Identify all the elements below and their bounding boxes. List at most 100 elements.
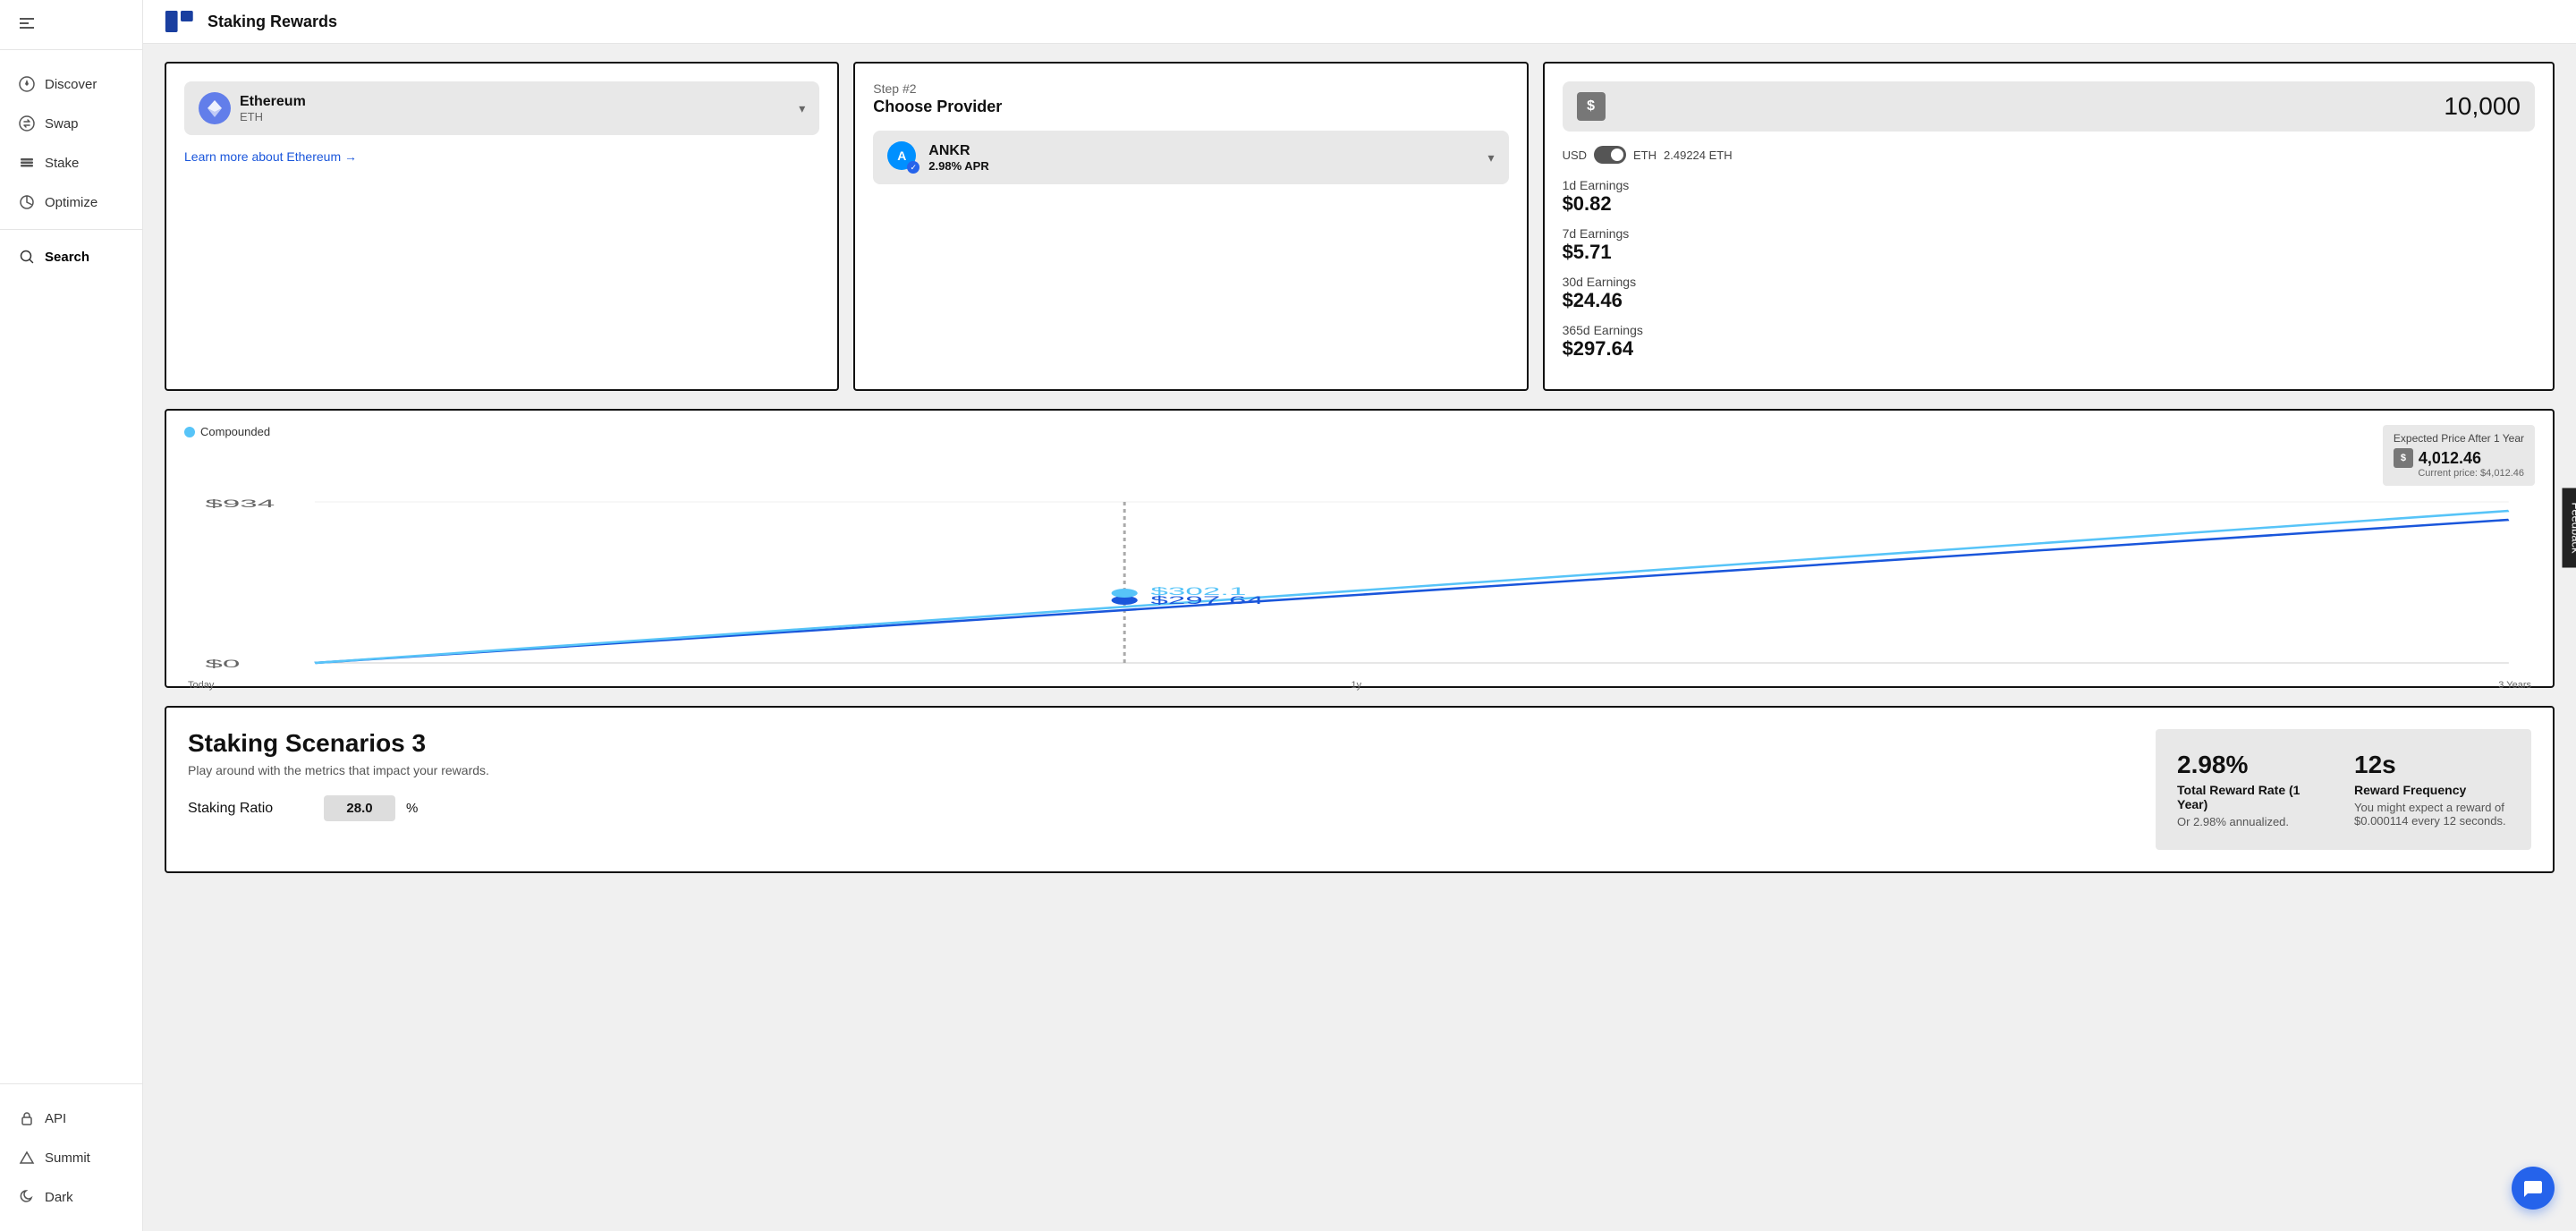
sidebar-bottom: API Summit Dark bbox=[0, 1083, 142, 1231]
expected-price-row: $ 4,012.46 bbox=[2394, 448, 2524, 468]
provider-logo: A ✓ bbox=[887, 141, 919, 174]
earnings-30d-value: $24.46 bbox=[1563, 289, 2535, 312]
earnings-7d-value: $5.71 bbox=[1563, 241, 2535, 264]
reward-freq-stat: 12s Reward Frequency You might expect a … bbox=[2354, 751, 2510, 828]
sidebar-item-summit[interactable]: Summit bbox=[0, 1138, 142, 1177]
current-price-text: Current price: $4,012.46 bbox=[2394, 468, 2524, 479]
earnings-30d-row: 30d Earnings $24.46 bbox=[1563, 275, 2535, 312]
staking-ratio-input[interactable] bbox=[324, 795, 395, 821]
sidebar-item-swap[interactable]: Swap bbox=[0, 104, 142, 143]
provider-chevron-icon: ▾ bbox=[1488, 150, 1495, 166]
asset-name: Ethereum bbox=[240, 94, 306, 110]
sidebar-toggle-button[interactable] bbox=[14, 11, 39, 38]
pie-chart-icon bbox=[18, 193, 36, 211]
sidebar-item-stake[interactable]: Stake bbox=[0, 143, 142, 183]
provider-apr: 2.98% APR bbox=[928, 159, 988, 173]
usd-label: USD bbox=[1563, 149, 1587, 162]
amount-input-row: $ 10,000 bbox=[1563, 81, 2535, 132]
earnings-365d-label: 365d Earnings bbox=[1563, 323, 2535, 337]
asset-ticker: ETH bbox=[240, 110, 306, 123]
sidebar-item-api[interactable]: API bbox=[0, 1099, 142, 1138]
reward-rate-value: 2.98% bbox=[2177, 751, 2333, 779]
eth-logo bbox=[199, 92, 231, 124]
feedback-button[interactable]: Feedback bbox=[2563, 488, 2576, 568]
earnings-30d-label: 30d Earnings bbox=[1563, 275, 2535, 289]
staking-ratio-label: Staking Ratio bbox=[188, 801, 313, 817]
staking-ratio-row: Staking Ratio % bbox=[188, 795, 2134, 821]
page-content: Ethereum ETH ▾ Learn more about Ethereum… bbox=[143, 44, 2576, 891]
asset-selector[interactable]: Ethereum ETH ▾ bbox=[184, 81, 819, 135]
amount-value: 10,000 bbox=[1616, 92, 2521, 121]
compass-icon bbox=[18, 75, 36, 93]
sidebar-item-optimize[interactable]: Optimize bbox=[0, 183, 142, 222]
price-dollar-icon: $ bbox=[2394, 448, 2413, 468]
reward-rate-sub: Or 2.98% annualized. bbox=[2177, 815, 2333, 828]
app-header: Staking Rewards bbox=[143, 0, 2576, 44]
layers-icon bbox=[18, 154, 36, 172]
app-logo bbox=[165, 11, 197, 32]
x-label-today: Today bbox=[188, 680, 214, 691]
scenarios-title: Staking Scenarios 3 bbox=[188, 729, 2134, 758]
lock-icon bbox=[18, 1109, 36, 1127]
feedback-wrapper: Feedback bbox=[2563, 488, 2576, 568]
svg-text:$934: $934 bbox=[205, 497, 275, 510]
step2-card: Step #2 Choose Provider A ✓ ANKR 2.98% A… bbox=[853, 62, 1528, 391]
learn-more-link[interactable]: Learn more about Ethereum → bbox=[184, 149, 819, 164]
logo-svg bbox=[165, 11, 197, 32]
step2-label: Step #2 bbox=[873, 81, 1508, 96]
chart-header: Compounded Expected Price After 1 Year $… bbox=[184, 425, 2535, 486]
main-content: Staking Rewards Ethereum bbox=[143, 0, 2576, 1231]
sidebar-item-dark[interactable]: Dark bbox=[0, 1177, 142, 1217]
scenarios-desc: Play around with the metrics that impact… bbox=[188, 763, 2134, 777]
mountain-icon bbox=[18, 1149, 36, 1167]
chat-icon bbox=[2522, 1177, 2544, 1199]
expected-price-value: 4,012.46 bbox=[2419, 449, 2481, 468]
sidebar-item-search[interactable]: Search bbox=[0, 237, 142, 276]
scenarios-left: Staking Scenarios 3 Play around with the… bbox=[188, 729, 2134, 850]
asset-info: Ethereum ETH bbox=[240, 94, 306, 123]
sidebar-item-optimize-label: Optimize bbox=[45, 195, 97, 210]
sidebar-item-stake-label: Stake bbox=[45, 156, 79, 171]
search-icon bbox=[18, 248, 36, 266]
reward-freq-value: 12s bbox=[2354, 751, 2510, 779]
sidebar-nav: Discover Swap Stake bbox=[0, 50, 142, 1083]
reward-freq-sub: You might expect a reward of $0.000114 e… bbox=[2354, 801, 2510, 828]
staking-scenarios-card: Staking Scenarios 3 Play around with the… bbox=[165, 706, 2555, 873]
currency-toggle[interactable] bbox=[1594, 146, 1626, 164]
provider-left: A ✓ ANKR 2.98% APR bbox=[887, 141, 988, 174]
swap-icon bbox=[18, 115, 36, 132]
eth-amount: 2.49224 ETH bbox=[1664, 149, 1733, 162]
dollar-icon: $ bbox=[1577, 92, 1606, 121]
chart-x-labels: Today 1y 3 Years bbox=[184, 680, 2535, 691]
provider-info: ANKR 2.98% APR bbox=[928, 143, 988, 173]
sidebar-item-discover[interactable]: Discover bbox=[0, 64, 142, 104]
earnings-365d-value: $297.64 bbox=[1563, 337, 2535, 361]
sidebar-item-api-label: API bbox=[45, 1111, 66, 1126]
earnings-7d-label: 7d Earnings bbox=[1563, 226, 2535, 241]
provider-selector[interactable]: A ✓ ANKR 2.98% APR ▾ bbox=[873, 131, 1508, 184]
provider-verified-badge: ✓ bbox=[907, 161, 919, 174]
x-label-1y: 1y bbox=[1352, 680, 1362, 691]
reward-freq-label: Reward Frequency bbox=[2354, 783, 2510, 797]
step1-card: Ethereum ETH ▾ Learn more about Ethereum… bbox=[165, 62, 839, 391]
svg-text:$302.1: $302.1 bbox=[1150, 585, 1246, 598]
asset-left: Ethereum ETH bbox=[199, 92, 306, 124]
x-label-3y: 3 Years bbox=[2498, 680, 2531, 691]
chat-button[interactable] bbox=[2512, 1167, 2555, 1210]
chart-area: $934 $0 $297.64 $302.1 bbox=[184, 493, 2535, 672]
eth-label: ETH bbox=[1633, 149, 1657, 162]
expected-price-label: Expected Price After 1 Year bbox=[2394, 432, 2524, 445]
expected-price-box: Expected Price After 1 Year $ 4,012.46 C… bbox=[2383, 425, 2535, 486]
moon-icon bbox=[18, 1188, 36, 1206]
earnings-card: $ 10,000 USD ETH 2.49224 ETH 1d Earnings… bbox=[1543, 62, 2555, 391]
top-cards-row: Ethereum ETH ▾ Learn more about Ethereum… bbox=[165, 62, 2555, 391]
sidebar-item-search-label: Search bbox=[45, 250, 89, 265]
svg-text:$0: $0 bbox=[205, 658, 240, 670]
sidebar-item-swap-label: Swap bbox=[45, 116, 79, 132]
compounded-legend-label: Compounded bbox=[200, 425, 270, 438]
chart-legend: Compounded bbox=[184, 425, 270, 438]
staking-ratio-unit: % bbox=[406, 801, 418, 816]
currency-toggle-row: USD ETH 2.49224 ETH bbox=[1563, 146, 2535, 164]
scenarios-stats: 2.98% Total Reward Rate (1 Year) Or 2.98… bbox=[2156, 729, 2531, 850]
sidebar: Discover Swap Stake bbox=[0, 0, 143, 1231]
